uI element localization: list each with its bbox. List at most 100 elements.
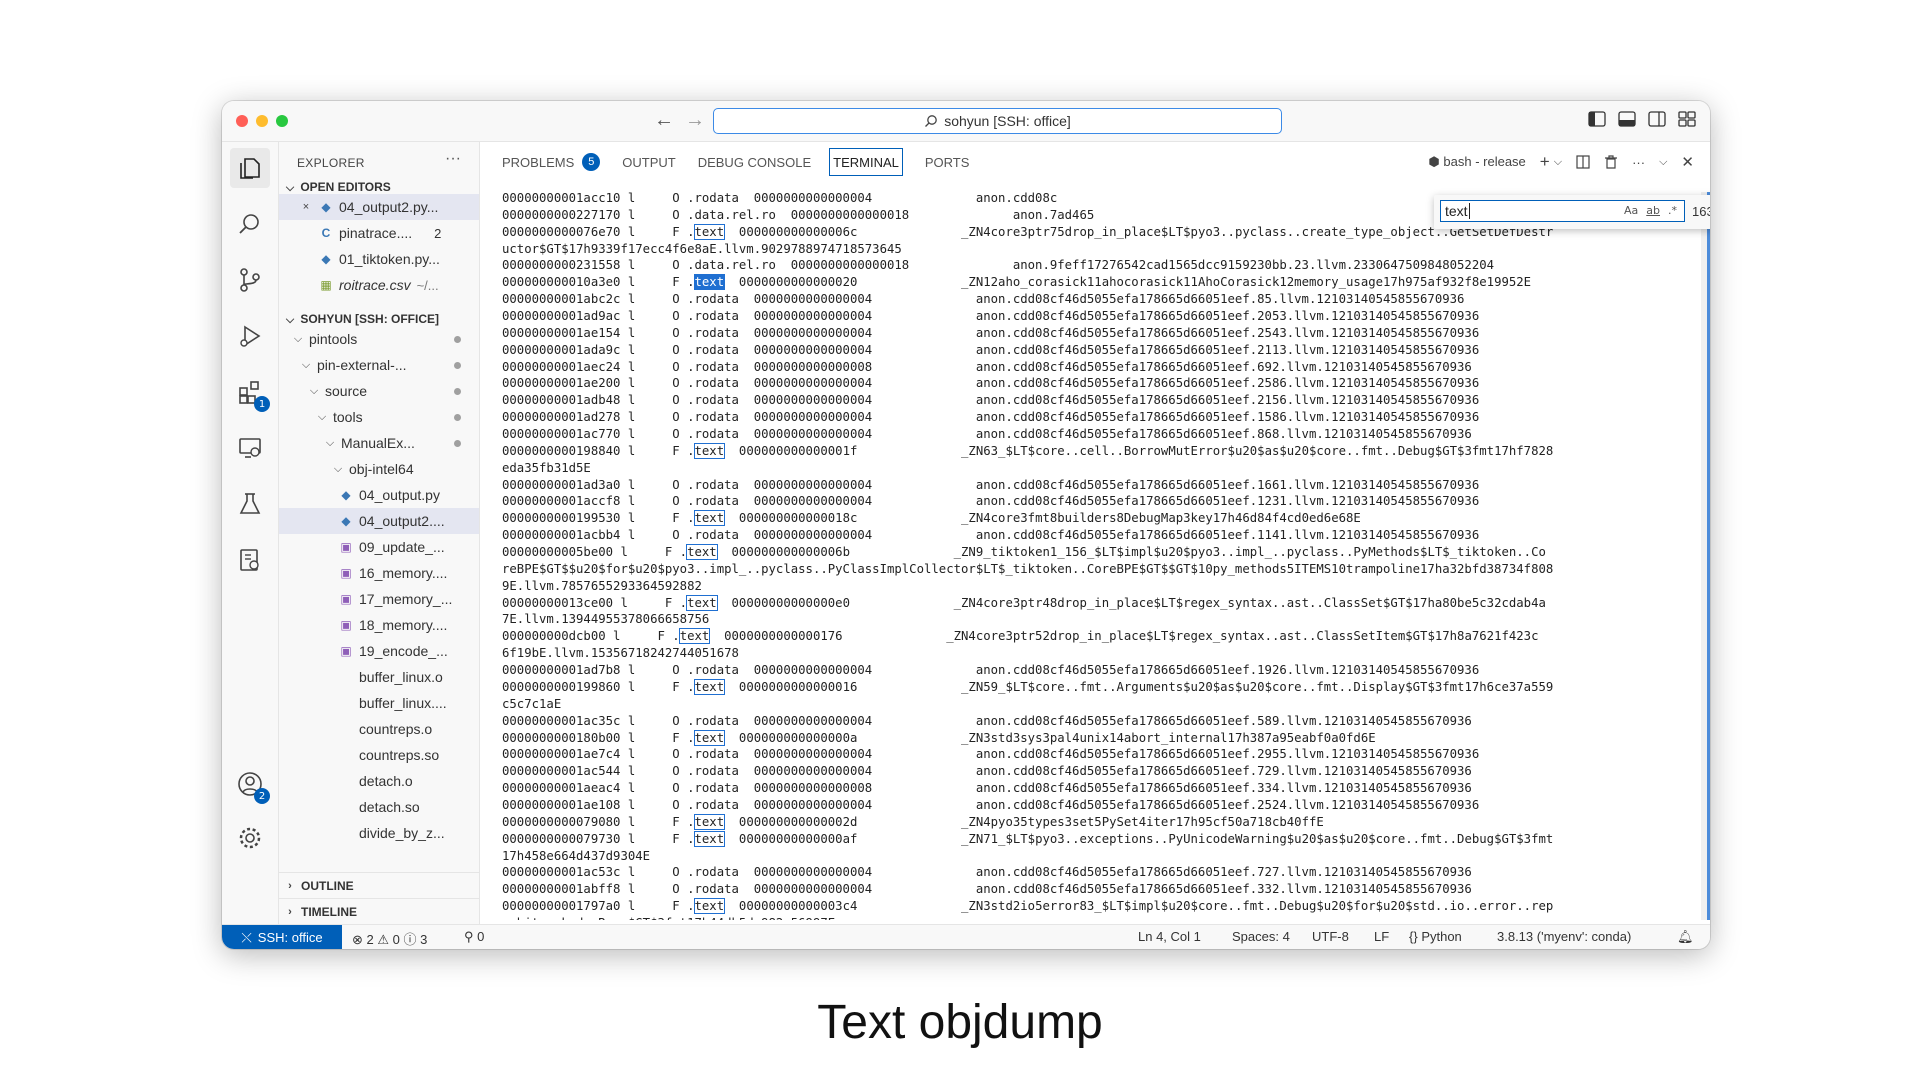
terminal-line: 00000000001ae154 l O .rodata 00000000000… [502, 325, 1480, 340]
source-control-icon[interactable] [230, 260, 270, 300]
tab-terminal[interactable]: TERMINAL [829, 148, 903, 176]
tree-file[interactable]: detach.o [279, 768, 479, 794]
terminal-line: 00000000001aeac4 l O .rodata 00000000000… [502, 781, 1472, 796]
remote-explorer-icon[interactable] [230, 428, 270, 468]
gear-icon[interactable] [230, 818, 270, 858]
tree-folder[interactable]: ⌵ ManualEx... [279, 430, 479, 456]
tree-file[interactable]: countreps.so [279, 742, 479, 768]
terminal-line: 0000000000079080 l F .text 0000000000000… [502, 813, 1324, 830]
toggle-panel-icon[interactable] [1618, 111, 1636, 127]
run-debug-icon[interactable] [230, 316, 270, 356]
toggle-primary-sidebar-icon[interactable] [1588, 111, 1606, 127]
cursor-position[interactable]: Ln 4, Col 1 [1138, 929, 1201, 944]
tree-file[interactable]: countreps.o [279, 716, 479, 742]
explorer-title: EXPLORER [297, 156, 365, 170]
accounts-icon[interactable]: 2 [230, 764, 270, 804]
tree-file[interactable]: ▣ 09_update_... [279, 534, 479, 560]
tab-ports[interactable]: PORTS [925, 149, 970, 175]
c-file-icon: C [321, 226, 331, 240]
close-panel-icon[interactable]: ✕ [1681, 153, 1694, 171]
new-terminal-icon[interactable]: + [1540, 152, 1550, 172]
encoding[interactable]: UTF-8 [1312, 929, 1349, 944]
python-file-icon: ◆ [341, 488, 351, 502]
tree-file[interactable]: ▣ 18_memory.... [279, 612, 479, 638]
tree-folder[interactable]: ⌵ obj-intel64 [279, 456, 479, 482]
end-of-line[interactable]: LF [1374, 929, 1389, 944]
python-interpreter[interactable]: 3.8.13 ('myenv': conda) [1497, 929, 1631, 944]
tree-folder[interactable]: ⌵ pintools [279, 326, 479, 352]
csv-file-icon: ▦ [320, 278, 332, 292]
toggle-secondary-sidebar-icon[interactable] [1648, 111, 1666, 127]
extensions-icon[interactable]: 1 [230, 372, 270, 412]
python-file-icon: ◆ [341, 514, 351, 528]
info-icon: ⓘ [403, 932, 417, 947]
open-editor-item[interactable]: × ◆ 04_output2.py... [279, 194, 479, 220]
tree-file[interactable]: detach.so [279, 794, 479, 820]
open-editor-item[interactable]: ◆ 01_tiktoken.py... [279, 246, 479, 272]
trash-icon[interactable] [1604, 155, 1618, 169]
terminal-output[interactable]: 00000000001acc10 l O .rodata 00000000000… [502, 190, 1682, 920]
chevron-down-icon: ⌵ [325, 436, 335, 449]
open-editor-item[interactable]: ▦ roitrace.csv ~/... [279, 272, 479, 298]
problems-status[interactable]: ⊗ 2 ⚠ 0 ⓘ 3 [352, 929, 427, 948]
tree-file[interactable]: ▣ 19_encode_... [279, 638, 479, 664]
terminal-line: 0000000000198840 l F .text 0000000000000… [502, 442, 1554, 459]
workspace-header[interactable]: ⌵ SOHYUN [SSH: OFFICE] [283, 312, 439, 327]
close-window-button[interactable] [236, 115, 248, 127]
close-icon[interactable]: × [299, 201, 313, 213]
split-terminal-icon[interactable] [1576, 155, 1590, 169]
open-editors-header[interactable]: ⌵ OPEN EDITORS [283, 180, 391, 195]
minimize-window-button[interactable] [256, 115, 268, 127]
forward-arrow-icon[interactable]: → [685, 109, 705, 132]
tree-folder[interactable]: ⌵ pin-external-... [279, 352, 479, 378]
tree-folder[interactable]: ⌵ source [279, 378, 479, 404]
terminal-line: 00000000001ac53c l O .rodata 00000000000… [502, 865, 1472, 880]
terminal-selector[interactable]: ⬢ bash - release [1428, 154, 1525, 170]
tree-file[interactable]: ▣ 17_memory_... [279, 586, 479, 612]
command-center-search[interactable]: sohyun [SSH: office] [713, 108, 1282, 134]
maximize-window-button[interactable] [276, 115, 288, 127]
indentation[interactable]: Spaces: 4 [1232, 929, 1290, 944]
chevron-right-icon: › [288, 906, 292, 918]
more-actions-icon[interactable]: ··· [445, 150, 461, 168]
terminal-line: reBPE$GT$$u20$for$u20$pyo3..impl_..pycla… [502, 561, 1554, 576]
tree-file[interactable]: buffer_linux.... [279, 690, 479, 716]
terminal-line: 00000000001ad7b8 l O .rodata 00000000000… [502, 663, 1480, 678]
explorer-icon[interactable] [230, 148, 270, 188]
back-arrow-icon[interactable]: ← [654, 109, 674, 132]
match-case-toggle[interactable]: Aa [1624, 204, 1638, 217]
open-editor-item[interactable]: C pinatrace.... 2 [279, 220, 479, 246]
terminal-line: 9E.llvm.7857655293364592882 [502, 578, 702, 593]
customize-layout-icon[interactable] [1678, 111, 1696, 127]
image-file-icon: ▣ [340, 566, 352, 580]
timeline-header[interactable]: › TIMELINE [279, 898, 479, 925]
tree-file[interactable]: ◆ 04_output.py [279, 482, 479, 508]
tree-file[interactable]: ▣ 16_memory.... [279, 560, 479, 586]
more-actions-icon[interactable]: ··· [1632, 155, 1645, 170]
bell-icon[interactable]: 🔔︎ [1677, 929, 1694, 945]
terminal-line: 00000000001ad3a0 l O .rodata 00000000000… [502, 477, 1480, 492]
remote-indicator[interactable]: ⤬ SSH: office [222, 925, 342, 949]
tree-file[interactable]: divide_by_z... [279, 820, 479, 846]
ports-status[interactable]: ⚲ 0 [464, 929, 484, 945]
chevron-down-icon[interactable]: ⌵ [1659, 156, 1667, 169]
search-icon[interactable] [230, 204, 270, 244]
tree-file[interactable]: ◆ 04_output2.... [279, 508, 479, 534]
remote-containers-icon[interactable] [230, 540, 270, 580]
tab-problems[interactable]: PROBLEMS 5 [502, 149, 601, 175]
testing-icon[interactable] [230, 484, 270, 524]
tree-file[interactable]: buffer_linux.o [279, 664, 479, 690]
terminal-line: 00000000001ad278 l O .rodata 00000000000… [502, 410, 1480, 425]
outline-header[interactable]: › OUTLINE [279, 872, 479, 899]
tab-output[interactable]: OUTPUT [622, 149, 675, 175]
tree-folder[interactable]: ⌵ tools [279, 404, 479, 430]
status-bar: ⤬ SSH: office ⊗ 2 ⚠ 0 ⓘ 3 ⚲ 0 Ln 4, Col 1… [222, 924, 1710, 949]
chevron-down-icon[interactable]: ⌵ [1554, 156, 1562, 169]
terminal-line: 0000000000199530 l F .text 0000000000000… [502, 510, 1361, 527]
language-mode[interactable]: {} Python [1409, 929, 1462, 944]
regex-toggle[interactable]: .* [1668, 204, 1677, 217]
tab-debug-console[interactable]: DEBUG CONSOLE [698, 149, 811, 175]
chevron-right-icon: › [288, 880, 292, 892]
match-word-toggle[interactable]: ab [1646, 204, 1660, 217]
modified-dot [454, 361, 461, 369]
